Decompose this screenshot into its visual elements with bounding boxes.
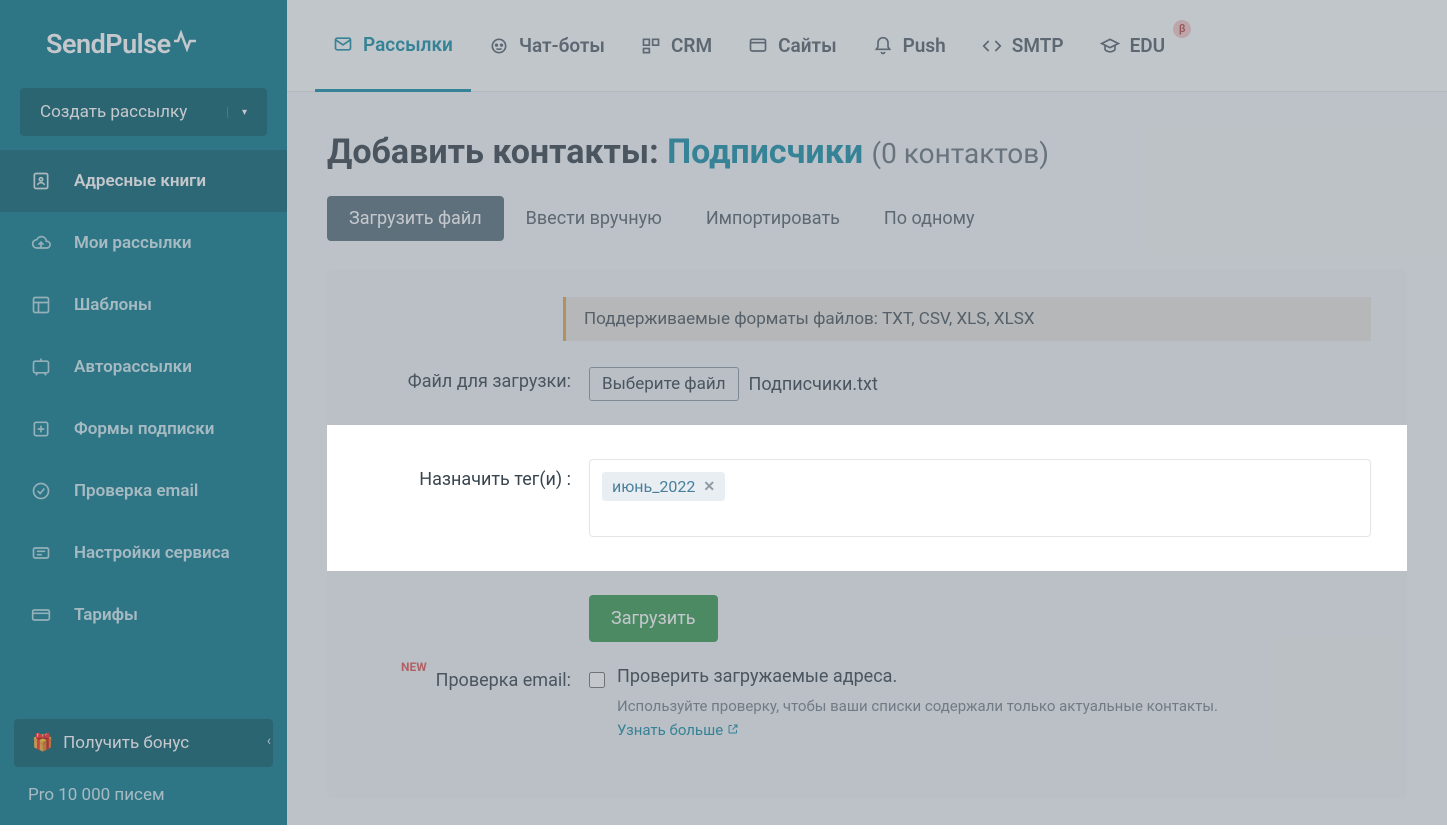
upload-button-row: Загрузить [327,595,1407,642]
upload-button[interactable]: Загрузить [589,595,718,642]
file-label: Файл для загрузки: [363,367,589,392]
bell-icon [873,36,893,56]
topnav-label: EDU [1130,34,1166,57]
verify-checkbox[interactable] [589,672,605,688]
template-icon [30,294,52,316]
sidebar-item-pricing[interactable]: Тарифы [0,584,287,646]
sidebar-nav: Адресные книги Мои рассылки Шаблоны Авто… [0,150,287,719]
topnav-edu[interactable]: EDU β [1082,0,1184,92]
topnav-label: Чат-боты [519,34,605,57]
import-tabs: Загрузить файл Ввести вручную Импортиров… [327,196,1407,241]
sidebar-item-address-books[interactable]: Адресные книги [0,150,287,212]
sidebar-item-my-campaigns[interactable]: Мои рассылки [0,212,287,274]
verify-row: NEW Проверка email: Проверить загружаемы… [327,666,1407,739]
tag-input[interactable]: июнь_2022 ✕ [589,459,1371,537]
tab-single[interactable]: По одному [862,196,997,241]
tag-remove-icon[interactable]: ✕ [703,479,715,495]
verify-checkbox-label: Проверить загружаемые адреса. [617,666,1218,687]
file-row: Файл для загрузки: Выберите файл Подписч… [327,367,1407,401]
sidebar-item-label: Настройки сервиса [74,543,230,563]
pricing-icon [30,604,52,626]
topnav-label: Рассылки [363,33,453,56]
sidebar-item-label: Адресные книги [74,171,206,191]
verify-hint: Используйте проверку, чтобы ваши списки … [617,697,1218,715]
tag-chip: июнь_2022 ✕ [602,472,725,501]
form-icon [30,418,52,440]
tags-label: Назначить тег(и) : [363,459,589,490]
code-icon [982,36,1002,56]
learn-more-link[interactable]: Узнать больше [617,721,739,739]
contact-count: (0 контактов) [872,137,1049,170]
tag-text: июнь_2022 [612,477,695,496]
create-campaign-button[interactable]: Создать рассылку ▾ [20,88,267,136]
topnav-chatbots[interactable]: Чат-боты [471,0,623,92]
chevron-left-icon: ‹ [267,733,271,749]
logo[interactable]: SendPulse [0,0,287,88]
automation-icon [30,356,52,378]
logo-text: SendPulse [46,28,171,60]
sidebar-item-forms[interactable]: Формы подписки [0,398,287,460]
create-campaign-label: Создать рассылку [40,102,187,122]
new-badge: NEW [401,660,427,674]
sidebar-item-label: Мои рассылки [74,233,192,253]
tab-manual-entry[interactable]: Ввести вручную [504,196,684,241]
content-area: Добавить контакты: Подписчики (0 контакт… [287,92,1447,839]
title-prefix: Добавить контакты: [327,132,667,172]
sidebar: SendPulse Создать рассылку ▾ Адресные кн… [0,0,287,825]
chatbot-icon [489,36,509,56]
file-format-info: Поддерживаемые форматы файлов: TXT, CSV,… [563,297,1371,341]
pulse-icon [173,28,197,60]
topnav-label: CRM [671,34,712,57]
sidebar-item-settings[interactable]: Настройки сервиса [0,522,287,584]
mail-icon [333,34,353,54]
get-bonus-button[interactable]: 🎁 Получить бонус [14,719,273,767]
topnav-label: Push [903,34,946,57]
topnav-smtp[interactable]: SMTP [964,0,1082,92]
bonus-label: Получить бонус [63,733,189,753]
topnav-push[interactable]: Push [855,0,964,92]
crm-icon [641,36,661,56]
topnav-crm[interactable]: CRM [623,0,730,92]
choose-file-button[interactable]: Выберите файл [589,367,739,401]
gift-icon: 🎁 [32,733,53,753]
topnav-label: Сайты [778,34,837,57]
learn-more-text: Узнать больше [617,721,723,739]
address-book-icon [30,170,52,192]
top-nav: Рассылки Чат-боты CRM Сайты Push SMTP ED… [287,0,1447,92]
sites-icon [748,36,768,56]
beta-badge: β [1173,20,1191,38]
settings-icon [30,542,52,564]
tags-row-highlight: Назначить тег(и) : июнь_2022 ✕ [327,425,1407,571]
subscribers-link[interactable]: Подписчики [667,132,863,172]
selected-file-name: Подписчики.txt [749,374,878,395]
external-link-icon [727,721,739,739]
chevron-down-icon: ▾ [227,107,247,118]
verify-icon [30,480,52,502]
page-title: Добавить контакты: Подписчики (0 контакт… [327,132,1407,172]
topnav-campaigns[interactable]: Рассылки [315,0,471,92]
sidebar-item-email-verify[interactable]: Проверка email [0,460,287,522]
edu-icon [1100,36,1120,56]
topnav-sites[interactable]: Сайты [730,0,855,92]
sidebar-item-label: Проверка email [74,481,198,501]
upload-cloud-icon [30,232,52,254]
sidebar-item-label: Формы подписки [74,419,214,439]
verify-label: Проверка email: [436,670,571,691]
sidebar-item-label: Авторассылки [74,357,192,377]
sidebar-item-label: Шаблоны [74,295,152,315]
sidebar-item-label: Тарифы [74,605,138,625]
tab-upload-file[interactable]: Загрузить файл [327,196,504,241]
upload-panel: Поддерживаемые форматы файлов: TXT, CSV,… [327,269,1407,799]
plan-info: Pro 10 000 писем [0,785,287,825]
sidebar-item-templates[interactable]: Шаблоны [0,274,287,336]
main-content: Рассылки Чат-боты CRM Сайты Push SMTP ED… [287,0,1447,825]
sidebar-item-automation[interactable]: Авторассылки [0,336,287,398]
topnav-label: SMTP [1012,34,1064,57]
tab-import[interactable]: Импортировать [684,196,862,241]
